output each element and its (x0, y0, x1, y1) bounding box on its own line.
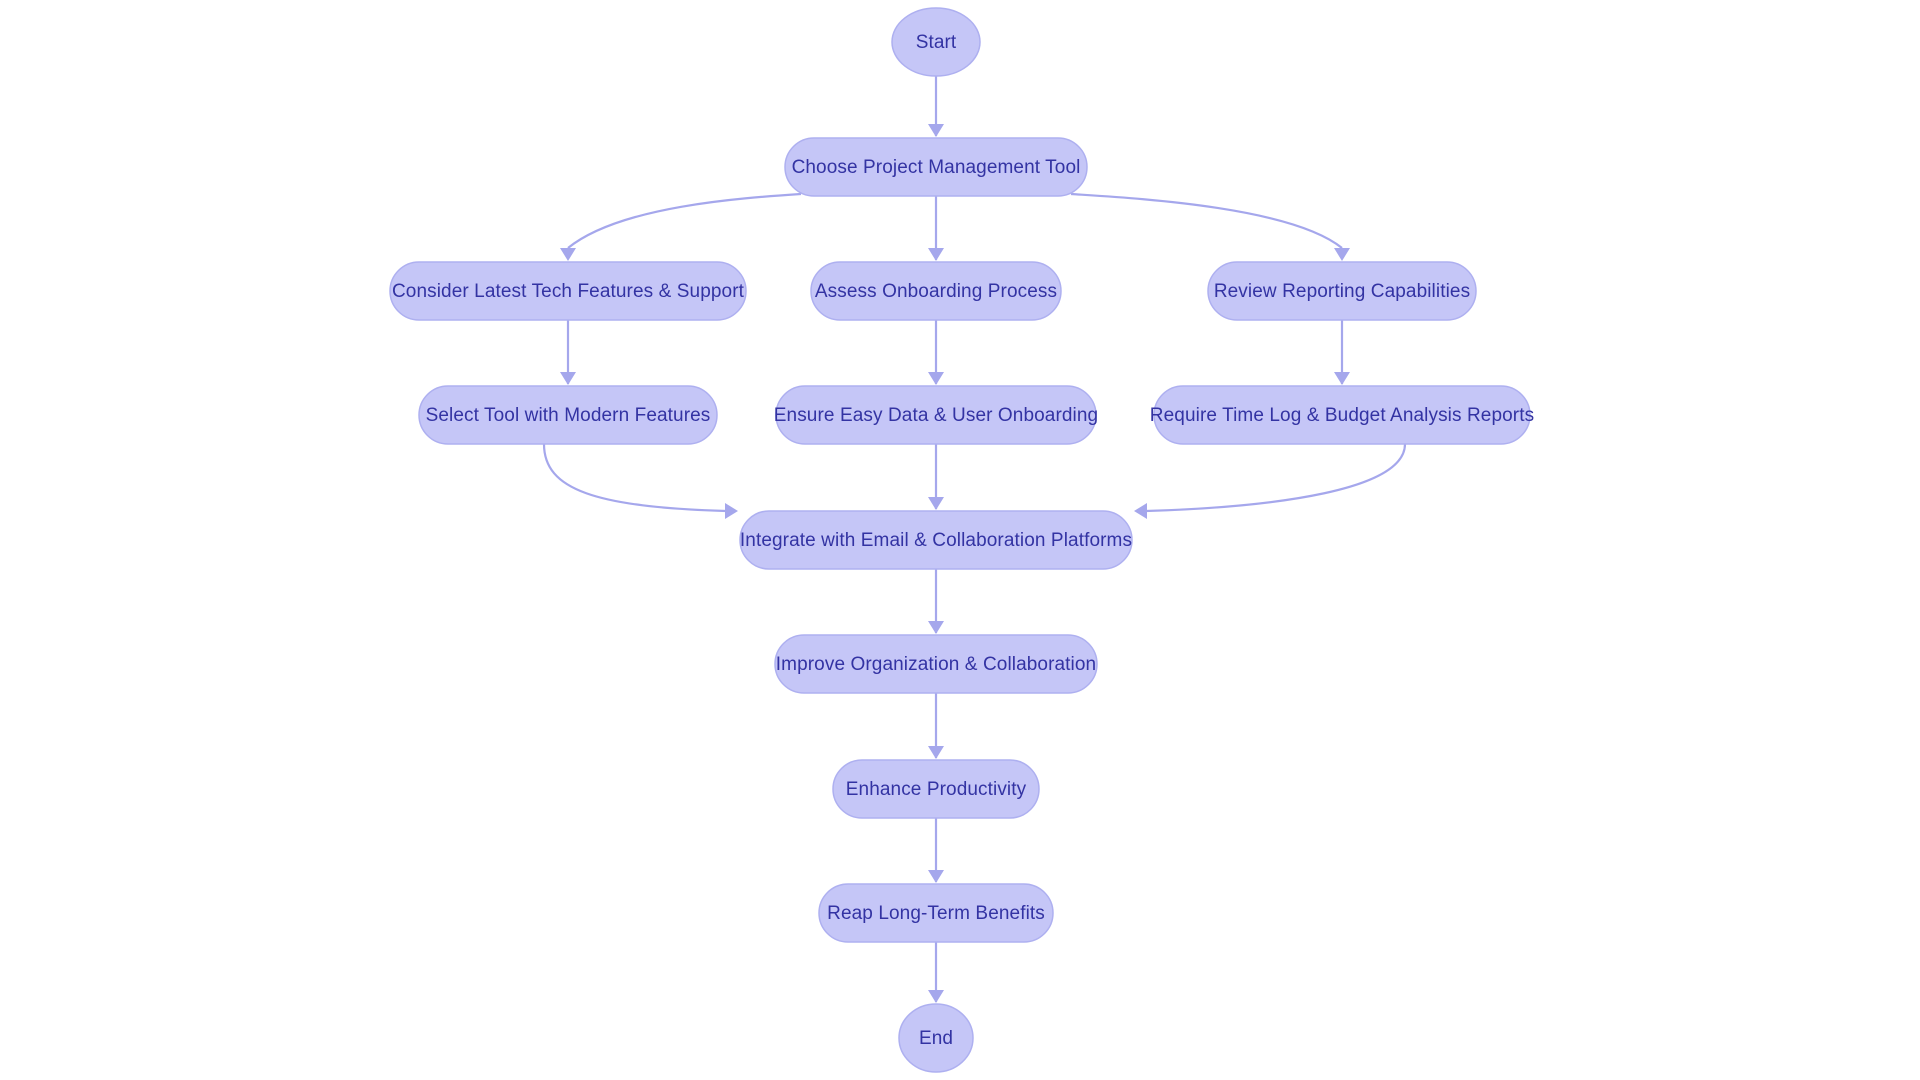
node-label: Consider Latest Tech Features & Support (392, 281, 745, 302)
edge-tech-to-select (560, 320, 576, 385)
node-require[interactable]: Require Time Log & Budget Analysis Repor… (1150, 385, 1534, 445)
node-choose[interactable]: Choose Project Management Tool (784, 137, 1088, 197)
node-label: Ensure Easy Data & User Onboarding (774, 405, 1098, 426)
edge-integrate-to-improve (928, 569, 944, 634)
edge-arrowhead (928, 124, 944, 137)
edge-arrowhead (1334, 248, 1350, 261)
node-onboard[interactable]: Assess Onboarding Process (810, 261, 1062, 321)
node-label: Improve Organization & Collaboration (776, 654, 1096, 675)
edge-benefits-to-end (928, 942, 944, 1003)
node-layer: Start Choose Project Management Tool Consi… (389, 7, 1534, 1073)
edge-arrowhead (560, 372, 576, 385)
node-benefits[interactable]: Reap Long-Term Benefits (818, 883, 1054, 943)
node-start[interactable]: Start (891, 7, 981, 77)
node-select[interactable]: Select Tool with Modern Features (418, 385, 718, 445)
node-end[interactable]: End (898, 1003, 974, 1073)
node-enhance[interactable]: Enhance Productivity (832, 759, 1040, 819)
node-label: Select Tool with Modern Features (426, 405, 711, 426)
node-label: Require Time Log & Budget Analysis Repor… (1150, 405, 1534, 426)
edge-arrowhead (560, 248, 576, 261)
node-label: Reap Long-Term Benefits (827, 903, 1045, 924)
edge-path (542, 443, 727, 513)
node-improve[interactable]: Improve Organization & Collaboration (774, 634, 1098, 694)
node-label: Enhance Productivity (846, 779, 1027, 800)
edge-arrowhead (928, 621, 944, 634)
edge-require-to-integrate (1134, 443, 1407, 519)
flowchart-svg: Start Choose Project Management Tool Consi… (389, 7, 1534, 1073)
edge-path (567, 192, 802, 249)
flowchart-canvas: Start Choose Project Management Tool Consi… (0, 0, 1920, 1080)
node-integrate[interactable]: Integrate with Email & Collaboration Pla… (739, 510, 1133, 570)
edge-ensure-to-integrate (928, 444, 944, 510)
edge-arrowhead (928, 372, 944, 385)
edge-select-to-integrate (542, 443, 738, 519)
edge-arrowhead (1134, 503, 1147, 519)
node-label: Start (916, 32, 957, 53)
edge-arrowhead (928, 870, 944, 883)
edge-choose-to-tech (560, 192, 802, 261)
edge-choose-to-onboard (928, 196, 944, 261)
node-reporting[interactable]: Review Reporting Capabilities (1207, 261, 1477, 321)
node-label: Assess Onboarding Process (815, 281, 1057, 302)
edge-improve-to-enhance (928, 693, 944, 759)
node-tech[interactable]: Consider Latest Tech Features & Support (389, 261, 747, 321)
edge-arrowhead (928, 746, 944, 759)
node-ensure[interactable]: Ensure Easy Data & User Onboarding (774, 385, 1098, 445)
edge-enhance-to-benefits (928, 818, 944, 883)
node-label: Integrate with Email & Collaboration Pla… (740, 530, 1132, 551)
node-label: Review Reporting Capabilities (1214, 281, 1470, 302)
node-label: End (919, 1028, 953, 1049)
edge-arrowhead (928, 248, 944, 261)
edge-arrowhead (928, 497, 944, 510)
edge-path (1145, 443, 1407, 513)
edge-arrowhead (928, 990, 944, 1003)
edge-arrowhead (725, 503, 738, 519)
edge-onboard-to-ensure (928, 320, 944, 385)
edge-choose-to-reporting (1070, 192, 1350, 261)
edge-arrowhead (1334, 372, 1350, 385)
edge-path (1070, 192, 1343, 249)
edge-start-to-choose (928, 76, 944, 137)
edge-reporting-to-require (1334, 320, 1350, 385)
node-label: Choose Project Management Tool (792, 157, 1081, 178)
